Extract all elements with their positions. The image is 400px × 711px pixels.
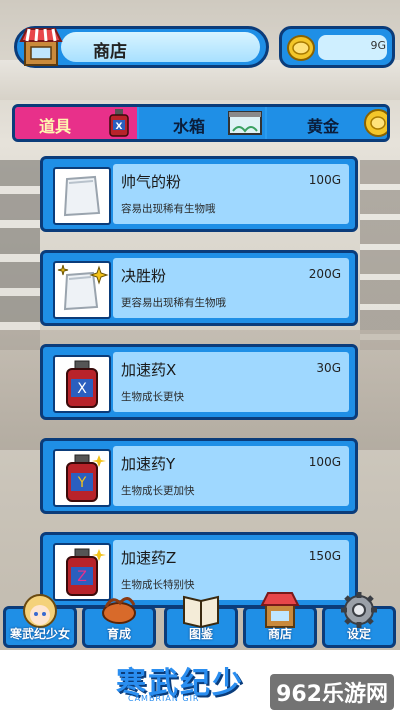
category-tabs: 道具 X 水箱 黄金 [12, 104, 390, 142]
item-name: 加速药X [121, 361, 177, 379]
item-description: 生物成长更快 [121, 391, 184, 403]
shop-title-bar: 商店 [14, 26, 269, 68]
item-price: 30G [316, 361, 341, 375]
nav-breed[interactable]: 育成 [82, 597, 156, 648]
item-description: 生物成长更加快 [121, 485, 195, 497]
background-shelf-left [0, 160, 40, 350]
shop-item[interactable]: 决胜粉 200G 更容易出现稀有生物哦 [40, 250, 358, 326]
nav-girl-label: 寒武纪少女 [9, 627, 70, 641]
game-logo-subtitle: CAMBRIAN GIR [128, 694, 200, 703]
nav-girl[interactable]: 寒武纪少女 [3, 594, 77, 648]
svg-text:Z: Z [77, 569, 87, 585]
item-price: 100G [308, 455, 341, 469]
svg-text:X: X [116, 122, 123, 132]
potion-x-icon: X [53, 355, 111, 413]
tab-items[interactable]: 道具 X [15, 107, 137, 139]
shop-item[interactable]: X 加速药X 30G 生物成长更快 [40, 344, 358, 420]
shop-icon [19, 28, 63, 66]
item-price: 100G [308, 173, 341, 187]
background-shelf-right [360, 160, 400, 350]
aquarium-icon [228, 111, 262, 135]
item-name: 加速药Y [121, 455, 176, 473]
page-title: 商店 [93, 42, 127, 62]
item-name: 加速药Z [121, 549, 177, 567]
nav-encyclopedia-label: 图鉴 [188, 627, 213, 641]
potion-x-icon: X [109, 109, 129, 137]
potion-y-icon: Y [53, 449, 111, 507]
gold-amount: 9G [370, 39, 386, 52]
site-watermark: 962乐游网 [270, 674, 394, 710]
game-banner: 寒武纪少 CAMBRIAN GIR 962乐游网 [0, 650, 400, 711]
shop-item[interactable]: 帅气的粉 100G 容易出现稀有生物哦 [40, 156, 358, 232]
tab-aquarium[interactable]: 水箱 [139, 107, 265, 139]
tab-gold[interactable]: 黄金 [267, 107, 387, 139]
gold-coin-icon [364, 109, 387, 137]
item-price: 150G [308, 549, 341, 563]
nav-shop-label: 商店 [267, 627, 292, 641]
nav-breed-label: 育成 [106, 627, 131, 641]
svg-text:Y: Y [77, 475, 87, 491]
bottom-nav: 寒武纪少女 育成 图鉴 商店 设定 [0, 592, 400, 650]
tab-items-label: 道具 [39, 117, 72, 136]
powder-bag-icon [53, 167, 111, 225]
item-description: 容易出现稀有生物哦 [121, 203, 216, 215]
shop-item[interactable]: Y 加速药Y 100G 生物成长更加快 [40, 438, 358, 514]
nav-encyclopedia[interactable]: 图鉴 [164, 595, 238, 648]
gold-display: 9G [279, 26, 395, 68]
item-name: 帅气的粉 [121, 173, 182, 191]
tab-gold-label: 黄金 [307, 117, 340, 136]
nav-shop[interactable]: 商店 [243, 592, 317, 648]
sparkle-powder-bag-icon [53, 261, 111, 319]
item-name: 决胜粉 [121, 267, 167, 285]
creature-icon [102, 597, 136, 624]
book-icon [183, 595, 219, 629]
item-price: 200G [308, 267, 341, 281]
nav-settings[interactable]: 设定 [322, 592, 396, 648]
nav-settings-label: 设定 [346, 627, 371, 641]
gold-coin-icon [287, 35, 315, 61]
item-description: 更容易出现稀有生物哦 [121, 297, 226, 309]
svg-text:X: X [77, 381, 87, 397]
tab-aquarium-label: 水箱 [173, 117, 206, 136]
